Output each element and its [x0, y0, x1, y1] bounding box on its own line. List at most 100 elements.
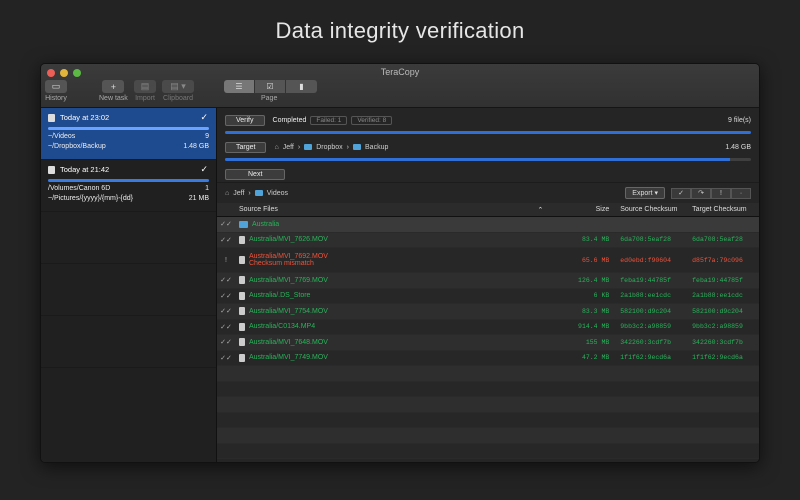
- history-button[interactable]: ▭ History: [45, 80, 67, 102]
- task-size: 21 MB: [188, 195, 209, 202]
- source-checksum: feba19:44785f: [620, 276, 671, 284]
- documents-icon: [48, 165, 55, 174]
- table-row[interactable]: ✓✓ Australia/C0134.MP4 914.4 MB 9bb3c2:a988…: [217, 319, 759, 335]
- breadcrumb-item[interactable]: Backup: [365, 144, 388, 151]
- folder-icon: [353, 144, 362, 150]
- breadcrumb-item[interactable]: Jeff: [283, 144, 294, 151]
- import-label: Import: [135, 95, 155, 102]
- error-filter-icon[interactable]: !: [711, 187, 731, 199]
- target-progress-fill: [225, 158, 730, 161]
- empty-history-slot: [41, 316, 216, 368]
- file-size: 914.4 MB: [578, 323, 610, 331]
- task-target-path: ~/Pictures/{yyyy}/{mm}-{dd}: [48, 195, 134, 202]
- target-checksum: 582100:d9c204: [692, 307, 743, 315]
- table-row[interactable]: ! Australia/MVI_7692.MOV Checksum mismatch…: [217, 248, 759, 273]
- checkmark-icon: ✓: [200, 112, 208, 122]
- teracopy-window: TeraCopy ▭ History + New task ▤ Import ▤…: [40, 63, 760, 463]
- page-label: Page: [261, 95, 278, 102]
- folder-icon: [304, 144, 313, 150]
- verify-progress-fill: [225, 131, 751, 134]
- file-size: 6 KB: [593, 292, 610, 300]
- page-segmented-control: ☰ ☑ ▮: [224, 80, 317, 93]
- clipboard-dropdown-icon: ▤ ▾: [162, 80, 194, 93]
- file-size: 65.6 MB: [581, 256, 610, 264]
- dot-filter-icon[interactable]: ·: [731, 187, 751, 199]
- file-size: 155 MB: [585, 338, 610, 346]
- status-icon: ✓✓: [220, 236, 232, 244]
- target-checksum: 9bb3c2:a98859: [692, 323, 743, 331]
- chevron-right-icon: ›: [297, 143, 301, 151]
- target-checksum: feba19:44785f: [692, 276, 743, 284]
- source-checksum: 6da708:5eaf28: [620, 236, 671, 244]
- status-text: Completed: [272, 116, 307, 124]
- file-table: ✓✓ Australia ✓✓ Australia/MVI_7626.MOV 83.4 …: [217, 217, 759, 462]
- column-source-checksum[interactable]: Source Checksum: [615, 206, 687, 213]
- target-checksum: 1f1f62:9ecd6a: [692, 354, 743, 362]
- file-name: Australia: [251, 220, 280, 228]
- breadcrumb-item[interactable]: Videos: [267, 190, 288, 197]
- file-size: 83.3 MB: [581, 307, 610, 315]
- history-label: History: [45, 95, 67, 102]
- new-task-label: New task: [99, 95, 128, 102]
- redo-filter-icon[interactable]: ↷: [691, 187, 711, 199]
- export-dropdown[interactable]: Export ▾: [625, 187, 665, 199]
- empty-row: [217, 366, 759, 382]
- status-icon: ✓✓: [220, 323, 232, 331]
- breadcrumb-item[interactable]: Jeff: [233, 190, 244, 197]
- history-task-2[interactable]: Today at 21:42 ✓ /Volumes/Canon 6D 1 ~/Pi…: [41, 160, 216, 212]
- file-icon: [238, 307, 245, 316]
- column-source-files[interactable]: Source Files ⌃: [235, 206, 549, 214]
- task-size: 1.48 GB: [183, 143, 209, 150]
- checklist-icon[interactable]: ☑: [255, 80, 286, 93]
- history-task-1[interactable]: Today at 23:02 ✓ ~/Videos 9 ~/Dropbox/Bac…: [41, 108, 216, 160]
- task-target-path: ~/Dropbox/Backup: [48, 143, 106, 150]
- check-filter-icon[interactable]: ✓: [671, 187, 691, 199]
- table-row[interactable]: ✓✓ Australia: [217, 217, 759, 233]
- clipboard-button[interactable]: ▤ ▾ Clipboard: [162, 80, 194, 102]
- status-icon: ✓✓: [220, 277, 232, 285]
- column-size[interactable]: Size: [549, 206, 615, 213]
- title-bar: TeraCopy ▭ History + New task ▤ Import ▤…: [41, 64, 759, 108]
- file-size: 83.4 MB: [581, 236, 610, 244]
- file-icon: [238, 276, 245, 285]
- import-button[interactable]: ▤ Import: [134, 80, 156, 102]
- bar-chart-icon[interactable]: ▮: [286, 80, 317, 93]
- target-button[interactable]: Target: [225, 141, 267, 153]
- document-icon: [48, 113, 55, 122]
- column-label: Source Files: [238, 205, 278, 213]
- file-name: Australia/MVI_7769.MOV: [248, 276, 328, 284]
- empty-history-slot: [41, 212, 216, 264]
- table-row[interactable]: ✓✓ Australia/MVI_7754.MOV 83.3 MB 582100:d9…: [217, 304, 759, 320]
- verify-button[interactable]: Verify: [225, 114, 265, 126]
- table-header: Source Files ⌃ Size Source Checksum Targe…: [217, 203, 759, 217]
- table-row[interactable]: ✓✓ Australia/MVI_7749.MOV 47.2 MB 1f1f62:9e…: [217, 350, 759, 366]
- new-task-button[interactable]: + New task: [99, 80, 128, 102]
- file-name: Australia/MVI_7626.MOV: [248, 236, 328, 244]
- window-title: TeraCopy: [380, 67, 420, 77]
- source-checksum: ed0ebd:f90604: [620, 256, 671, 264]
- source-checksum: 342260:3cdf7b: [620, 338, 671, 346]
- file-icon: [238, 338, 245, 347]
- breadcrumb-item[interactable]: Dropbox: [316, 144, 342, 151]
- table-row[interactable]: ✓✓ Australia/MVI_7769.MOV 126.4 MB feba19:4…: [217, 273, 759, 289]
- empty-history-slot: [41, 264, 216, 316]
- source-checksum: 2a1b88:ee1cdc: [620, 292, 671, 300]
- task-title: Today at 23:02: [60, 113, 110, 122]
- table-row[interactable]: ✓✓ Australia/.DS_Store 6 KB 2a1b88:ee1cdc 2a…: [217, 288, 759, 304]
- target-progress-bar: [225, 158, 751, 161]
- table-row[interactable]: ✓✓ Australia/MVI_7648.MOV 155 MB 342260:3cd…: [217, 335, 759, 351]
- empty-row: [217, 397, 759, 413]
- file-size: 126.4 MB: [578, 276, 610, 284]
- file-list-toolbar: ⌂ Jeff › Videos Export ▾ ✓ ↷ ! ·: [217, 182, 759, 203]
- next-button[interactable]: Next: [225, 168, 286, 180]
- list-icon[interactable]: ☰: [224, 80, 255, 93]
- empty-row: [217, 428, 759, 444]
- column-target-checksum[interactable]: Target Checksum: [687, 206, 759, 213]
- chevron-right-icon: ›: [248, 189, 251, 197]
- file-name: Australia/MVI_7648.MOV: [248, 338, 328, 346]
- target-checksum: 2a1b88:ee1cdc: [692, 292, 743, 300]
- task-file-count: 9: [205, 133, 209, 140]
- error-note: Checksum mismatch: [248, 260, 314, 267]
- target-breadcrumb: ⌂ Jeff › Dropbox › Backup: [274, 144, 388, 151]
- table-row[interactable]: ✓✓ Australia/MVI_7626.MOV 83.4 MB 6da708:5e…: [217, 232, 759, 248]
